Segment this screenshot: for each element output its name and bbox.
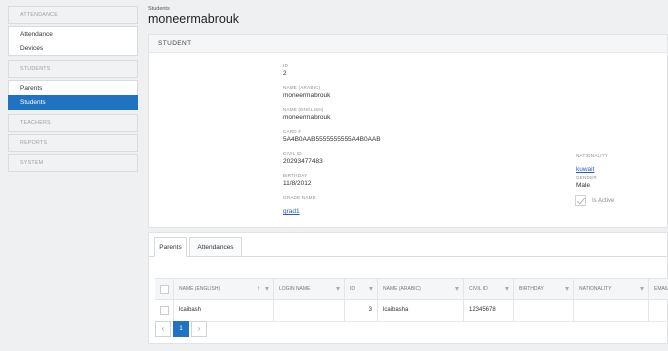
sidebar: ATTENDANCE Attendance Devices STUDENTS P… [8, 6, 138, 174]
birthday-field: BIRTHDAY 11/8/2012 [283, 173, 311, 187]
civil-id-label: CIVIL ID [283, 151, 302, 156]
nationality-field: NATIONALITY kuwait [576, 153, 608, 176]
civil-id-value: 20293477483 [283, 158, 323, 165]
col-name-english[interactable]: NAME (ENGLISH) ↑ [174, 279, 274, 299]
sidebar-section-reports[interactable]: REPORTS [8, 134, 138, 152]
id-value: 2 [283, 70, 287, 77]
is-active-label: Is Active [592, 197, 615, 204]
cell-name-english: lcaibash [174, 300, 274, 321]
gender-value: Male [576, 182, 591, 189]
cell-email [649, 300, 668, 321]
name-arabic-label: NAME (ARABIC) [283, 85, 321, 90]
civil-id-field: CIVIL ID 20293477483 [283, 151, 323, 165]
name-arabic-field: NAME (ARABIC) moneermabrouk [283, 85, 330, 99]
card-number-value: 5A4B0AAB5555555555A4B0AAB [283, 136, 381, 143]
birthday-label: BIRTHDAY [283, 173, 308, 178]
cell-nationality [574, 300, 649, 321]
grade-field: GRADE NAME grad1 [283, 195, 316, 218]
grade-link[interactable]: grad1 [283, 208, 300, 215]
row-checkbox[interactable] [160, 306, 169, 315]
col-name-arabic[interactable]: NAME (ARABIC) [378, 279, 464, 299]
sidebar-item-devices[interactable]: Devices [8, 41, 138, 56]
sidebar-section-teachers[interactable]: TEACHERS [8, 114, 138, 132]
gender-label: GENDER [576, 175, 597, 180]
sidebar-section-students[interactable]: STUDENTS [8, 60, 138, 78]
name-arabic-value: moneermabrouk [283, 92, 331, 99]
id-field: ID 2 [283, 63, 288, 77]
cell-civil-id: 12345678 [464, 300, 514, 321]
cell-name-arabic: lcaibasha [378, 300, 464, 321]
filter-icon[interactable] [336, 287, 340, 291]
grid-header: NAME (ENGLISH) ↑ LOGIN NAME ID NAME (ARAB… [155, 278, 668, 300]
select-all-cell [155, 279, 174, 299]
is-active-checkbox[interactable]: Is Active [575, 195, 614, 206]
card-title: STUDENT [149, 35, 667, 53]
filter-icon[interactable] [369, 287, 373, 291]
col-birthday[interactable]: BIRTHDAY [514, 279, 574, 299]
select-all-checkbox[interactable] [160, 285, 169, 294]
cell-id: 3 [345, 300, 378, 321]
page-title: moneermabrouk [148, 12, 240, 26]
name-english-field: NAME (ENGLISH) moneermabrouk [283, 107, 330, 121]
filter-icon[interactable] [455, 287, 459, 291]
birthday-value: 11/8/2012 [283, 180, 312, 187]
related-records-panel: Parents Attendances NAME (ENGLISH) ↑ LOGI… [148, 232, 668, 344]
sidebar-item-attendance[interactable]: Attendance [8, 26, 138, 41]
cell-birthday [514, 300, 574, 321]
col-id[interactable]: ID [345, 279, 378, 299]
id-label: ID [283, 63, 288, 68]
prev-page-button[interactable]: ‹ [155, 321, 171, 337]
nationality-label: NATIONALITY [576, 153, 608, 158]
pagination: ‹ 1 › [155, 321, 209, 337]
col-civil-id[interactable]: CIVIL ID [464, 279, 514, 299]
filter-icon[interactable] [640, 287, 644, 291]
filter-icon[interactable] [265, 287, 269, 291]
table-row[interactable]: lcaibash 3 lcaibasha 12345678 [155, 300, 668, 322]
filter-icon[interactable] [565, 287, 569, 291]
col-login-name[interactable]: LOGIN NAME [274, 279, 345, 299]
grade-label: GRADE NAME [283, 195, 316, 200]
sidebar-item-students[interactable]: Students [8, 95, 138, 110]
gender-field: GENDER Male [576, 175, 597, 189]
sort-asc-icon[interactable]: ↑ [257, 279, 260, 299]
name-english-value: moneermabrouk [283, 114, 331, 121]
cell-login-name [274, 300, 345, 321]
nationality-link[interactable]: kuwait [576, 166, 594, 173]
name-english-label: NAME (ENGLISH) [283, 107, 324, 112]
sidebar-section-system[interactable]: SYSTEM [8, 154, 138, 172]
sidebar-section-attendance[interactable]: ATTENDANCE [8, 6, 138, 24]
sidebar-item-parents[interactable]: Parents [8, 80, 138, 95]
tab-parents[interactable]: Parents [154, 237, 187, 257]
row-select-cell [155, 300, 174, 321]
filter-icon[interactable] [505, 287, 509, 291]
next-page-button[interactable]: › [191, 321, 207, 337]
card-number-label: CARD # [283, 129, 302, 134]
col-email[interactable]: EMAIL [649, 279, 668, 299]
page-1-button[interactable]: 1 [173, 321, 189, 337]
tab-attendances[interactable]: Attendances [189, 237, 242, 257]
parents-grid: NAME (ENGLISH) ↑ LOGIN NAME ID NAME (ARAB… [155, 278, 668, 322]
card-number-field: CARD # 5A4B0AAB5555555555A4B0AAB [283, 129, 381, 143]
col-nationality[interactable]: NATIONALITY [574, 279, 649, 299]
checkmark-icon[interactable] [575, 195, 586, 206]
